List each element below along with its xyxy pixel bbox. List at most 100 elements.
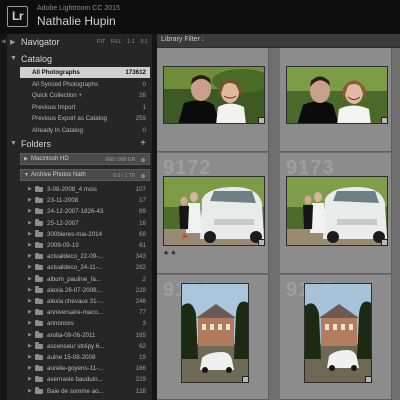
zoom-fill[interactable]: FILL (111, 39, 122, 45)
navigator-title: Navigator (21, 37, 60, 47)
disclosure-triangle-icon[interactable]: ▶ (28, 264, 32, 270)
photo-thumbnail[interactable] (181, 283, 249, 383)
catalog-item[interactable]: Previous Import 1 (20, 102, 150, 113)
disclosure-triangle-icon[interactable]: ▶ (28, 197, 32, 203)
catalog-item-label: Previous Export as Catalog (32, 115, 107, 122)
photo-thumbnail[interactable] (163, 66, 265, 124)
catalog-header[interactable]: ▼ Catalog (10, 53, 150, 67)
catalog-item-count: 173612 (125, 69, 146, 76)
grid-cell[interactable]: 9175 (280, 275, 392, 400)
grid-cell[interactable]: 9172 ★★ (157, 153, 269, 274)
badge-icon[interactable] (365, 376, 372, 383)
folder-item-label: 300bieres-mai-2014 (47, 230, 103, 238)
disclosure-triangle-icon[interactable]: ▶ (28, 298, 32, 304)
folder-item[interactable]: ▶ 24-12-2007-1826-43 89 (20, 206, 150, 217)
volume-row[interactable]: ▶ Macintosh HD 668 / 999 GB (20, 153, 150, 165)
grid-cell[interactable] (157, 48, 269, 152)
add-folder-button[interactable]: + (140, 138, 146, 149)
folder-item[interactable]: ▶ alexia chevaux 31-... 246 (20, 296, 150, 307)
folder-item[interactable]: ▶ 25-12-2007 16 (20, 218, 150, 229)
drive-status-icon (141, 173, 145, 178)
disclosure-triangle-icon[interactable]: ▶ (28, 276, 32, 282)
badge-icon[interactable] (242, 376, 249, 383)
folder-item-label: aurelie-goyens-11-... (47, 365, 104, 373)
folder-item-label: 2009-09-19 (47, 242, 79, 249)
folder-item[interactable]: ▶ avernasle bauduin... 229 (20, 374, 150, 385)
folder-item[interactable]: ▶ 3-08-2008_4 mois 107 (20, 184, 150, 195)
disclosure-triangle-icon[interactable]: ▶ (28, 231, 32, 237)
disclosure-triangle-icon[interactable]: ▶ (28, 253, 32, 259)
folder-item[interactable]: ▶ 23-11-2008 17 (20, 195, 150, 206)
zoom-1-1[interactable]: 1:1 (127, 39, 135, 45)
disclosure-triangle-icon[interactable]: ▶ (28, 343, 32, 349)
badge-icon[interactable] (381, 117, 388, 124)
catalog-item[interactable]: Already In Catalog 0 (20, 125, 150, 136)
folder-item[interactable]: ▶ actualdeco_24-11-... 282 (20, 262, 150, 273)
folders-header[interactable]: ▼ Folders + (10, 138, 150, 152)
catalog-item[interactable]: Quick Collection + 26 (20, 90, 150, 101)
photo-thumbnail[interactable] (163, 176, 265, 246)
disclosure-triangle-icon[interactable]: ▶ (28, 309, 32, 315)
disclosure-triangle-icon[interactable]: ▶ (28, 388, 32, 394)
disclosure-triangle-icon[interactable]: ▶ (28, 376, 32, 382)
disclosure-triangle-icon[interactable]: ▶ (28, 220, 32, 226)
disclosure-triangle-icon[interactable]: ▶ (28, 186, 32, 192)
catalog-item[interactable]: Previous Export as Catalog 259 (20, 113, 150, 124)
panel-collapse-icon[interactable]: ◀ (1, 38, 6, 45)
grid-cell[interactable]: 9173 (280, 153, 392, 274)
star-rating[interactable]: ★★ (163, 249, 178, 257)
disclosure-triangle-icon[interactable]: ▶ (28, 242, 32, 248)
folder-item-count: 17 (139, 197, 146, 205)
navigator-header[interactable]: ▶ Navigator FIT FILL 1:1 3:1 (10, 36, 150, 50)
grid-cell[interactable] (280, 48, 392, 152)
library-grid[interactable]: 9172 ★★ 9173 (157, 48, 400, 400)
folder-item[interactable]: ▶ actualdeco_22-09-... 343 (20, 251, 150, 262)
grid-cell[interactable]: 9174 (157, 275, 269, 400)
volume-row[interactable]: ▼ Archive Photos Nath 0.0 / 2 TB (20, 169, 150, 181)
disclosure-triangle-icon[interactable]: ▼ (10, 140, 17, 147)
library-filter-label: Library Filter : (161, 36, 204, 43)
folder-item[interactable]: ▶ aulne 15-08-2008 19 (20, 352, 150, 363)
zoom-3-1[interactable]: 3:1 (140, 39, 148, 45)
folder-item[interactable]: ▶ 2009-09-19 61 (20, 240, 150, 251)
folder-item-count: 62 (139, 342, 146, 350)
disclosure-triangle-icon[interactable]: ▶ (28, 354, 32, 360)
app-title: Adobe Lightroom CC 2015 (37, 5, 120, 12)
folder-item[interactable]: ▶ album_pauline_fa... 2 (20, 274, 150, 285)
catalog-item[interactable]: All Photographs 173612 (20, 67, 150, 78)
folder-item[interactable]: ▶ arolla-09-06-2011 165 (20, 330, 150, 341)
disclosure-triangle-icon[interactable]: ▶ (28, 320, 32, 326)
photo-thumbnail[interactable] (304, 283, 372, 383)
library-filter-bar[interactable]: Library Filter : (157, 34, 400, 48)
badge-icon[interactable] (258, 117, 265, 124)
folder-icon (35, 353, 43, 360)
disclosure-triangle-icon[interactable]: ▼ (24, 172, 29, 178)
folder-item[interactable]: ▶ Baie de somme ao... 128 (20, 386, 150, 397)
folder-item[interactable]: ▶ ascenseur strépy 6... 62 (20, 341, 150, 352)
folder-item[interactable]: ▶ aurelie-goyens-11-... 166 (20, 363, 150, 374)
zoom-fit[interactable]: FIT (97, 39, 105, 45)
folder-item-count: 246 (135, 298, 146, 305)
catalog-title: Catalog (21, 54, 53, 64)
folder-item[interactable]: ▶ 300bieres-mai-2014 68 (20, 229, 150, 240)
catalog-item[interactable]: All Synced Photographs 0 (20, 79, 150, 90)
disclosure-triangle-icon[interactable]: ▶ (28, 287, 32, 293)
folder-item[interactable]: ▶ annonces 3 (20, 318, 150, 329)
disclosure-triangle-icon[interactable]: ▶ (28, 208, 32, 214)
photo-thumbnail[interactable] (286, 66, 388, 124)
folder-icon (35, 286, 43, 293)
disclosure-triangle-icon[interactable]: ▶ (28, 332, 32, 338)
drive-status-icon (141, 157, 145, 162)
folder-item[interactable]: ▶ anniversaire-maco... 77 (20, 307, 150, 318)
disclosure-triangle-icon[interactable]: ▶ (28, 365, 32, 371)
folder-icon (35, 375, 43, 383)
disclosure-triangle-icon[interactable]: ▶ (24, 156, 28, 162)
folder-item[interactable]: ▶ alexia 26-07-2008... 228 (20, 285, 150, 296)
catalog-item-count: 259 (135, 115, 146, 122)
disclosure-triangle-icon[interactable]: ▼ (10, 55, 17, 62)
left-panel-edge[interactable]: ◀ (0, 34, 7, 400)
disclosure-triangle-icon[interactable]: ▶ (10, 38, 15, 46)
badge-icon[interactable] (381, 239, 388, 246)
badge-icon[interactable] (258, 239, 265, 246)
photo-thumbnail[interactable] (286, 176, 388, 246)
